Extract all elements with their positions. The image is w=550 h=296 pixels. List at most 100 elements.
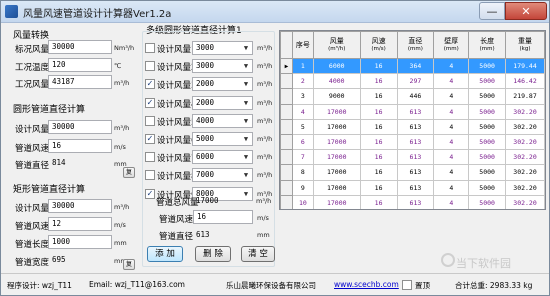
design-airflow-6-checkbox[interactable]: ✓ [145,134,155,144]
grid-cell-speed[interactable]: 16 [359,57,398,75]
row-header[interactable] [280,133,293,151]
grid-cell-no[interactable]: 3 [291,88,314,105]
row-header[interactable] [280,179,293,196]
grid-cell-wall[interactable]: 4 [433,73,470,90]
row-header[interactable] [280,88,293,105]
chevron-down-icon[interactable]: ▼ [240,188,252,200]
grid-cell-speed[interactable]: 16 [359,179,398,196]
design-airflow-4-checkbox[interactable]: ✓ [145,97,155,108]
grid-cell-len[interactable]: 5000 [468,118,507,135]
design-airflow-4-combo[interactable]: 2000 ▼ [192,95,253,110]
work-airflow-input[interactable]: 43187 [48,75,112,89]
std-airflow-input[interactable]: 30000 [48,40,112,54]
pin-checkbox[interactable] [402,280,412,290]
grid-cell-dia[interactable]: 613 [396,194,435,209]
table-row[interactable]: 4 17000 16 613 4 5000 302.20 [280,103,545,120]
table-row[interactable]: 7 17000 16 613 4 5000 302.20 [280,149,545,166]
grid-cell-airflow[interactable]: 17000 [312,103,361,120]
multi-duct-speed-input[interactable]: 16 [193,210,253,224]
design-airflow-3-checkbox[interactable]: ✓ [145,79,155,90]
grid-cell-wall[interactable]: 4 [433,179,470,196]
grid-cell-len[interactable]: 5000 [468,103,507,120]
design-airflow-1-combo[interactable]: 3000 ▼ [192,41,253,55]
grid-cell-speed[interactable]: 16 [359,118,398,135]
grid-column-header[interactable]: 重量 (kg) [505,31,545,59]
add-button[interactable]: 添 加 [147,246,183,262]
grid-column-header[interactable]: 直径 (mm) [396,31,435,59]
grid-cell-speed[interactable]: 16 [359,73,398,90]
round-duct-speed-input[interactable]: 16 [48,139,112,153]
design-airflow-2-checkbox[interactable] [145,61,155,72]
grid-cell-dia[interactable]: 613 [396,164,435,181]
grid-cell-no[interactable]: 8 [291,164,314,181]
row-header[interactable] [280,118,293,135]
grid-cell-no[interactable]: 6 [291,133,314,151]
grid-cell-wall[interactable]: 4 [433,57,470,75]
table-row[interactable]: ▶ 1 6000 16 364 4 5000 179.44 [280,57,545,75]
grid-cell-airflow[interactable]: 17000 [312,149,361,166]
grid-cell-len[interactable]: 5000 [468,194,507,209]
grid-cell-dia[interactable]: 364 [396,57,435,75]
grid-cell-weight[interactable]: 302.20 [505,149,545,166]
grid-cell-no[interactable]: 4 [291,103,314,120]
design-airflow-7-checkbox[interactable] [145,152,155,163]
design-airflow-6-combo[interactable]: 5000 ▼ [192,132,253,146]
chevron-down-icon[interactable]: ▼ [240,169,252,181]
grid-cell-wall[interactable]: 4 [433,149,470,166]
grid-cell-speed[interactable]: 16 [359,164,398,181]
chevron-down-icon[interactable]: ▼ [240,60,252,72]
grid-cell-airflow[interactable]: 9000 [312,88,361,105]
grid-cell-airflow[interactable]: 17000 [312,133,361,151]
row-header[interactable] [280,194,293,209]
round-design-airflow-input[interactable]: 30000 [48,120,112,134]
table-row[interactable]: 6 17000 16 613 4 5000 302.20 [280,133,545,151]
close-button[interactable]: ✕ [505,2,547,20]
grid-column-header[interactable]: 长度 (mm) [468,31,507,59]
grid-cell-airflow[interactable]: 6000 [312,57,361,75]
grid-cell-no[interactable]: 9 [291,179,314,196]
grid-cell-len[interactable]: 5000 [468,179,507,196]
grid-cell-dia[interactable]: 613 [396,118,435,135]
chevron-down-icon[interactable]: ▼ [240,97,252,109]
design-airflow-8-combo[interactable]: 7000 ▼ [192,168,253,183]
table-row[interactable]: 10 17000 16 613 4 5000 302.20 [280,194,545,209]
grid-cell-wall[interactable]: 4 [433,118,470,135]
grid-cell-dia[interactable]: 613 [396,179,435,196]
grid-cell-weight[interactable]: 302.20 [505,133,545,151]
grid-cell-len[interactable]: 5000 [468,88,507,105]
design-airflow-2-combo[interactable]: 3000 ▼ [192,59,253,74]
grid-cell-wall[interactable]: 4 [433,103,470,120]
row-header[interactable] [280,73,293,90]
grid-cell-no[interactable]: 7 [291,149,314,166]
grid-cell-len[interactable]: 5000 [468,133,507,151]
grid-cell-dia[interactable]: 297 [396,73,435,90]
grid-cell-no[interactable]: 2 [291,73,314,90]
chevron-down-icon[interactable]: ▼ [240,42,252,54]
clear-button[interactable]: 清 空 [241,246,275,262]
grid-cell-wall[interactable]: 4 [433,164,470,181]
grid-cell-airflow[interactable]: 17000 [312,194,361,209]
grid-cell-no[interactable]: 5 [291,118,314,135]
grid-cell-weight[interactable]: 302.20 [505,194,545,209]
current-row-marker-icon[interactable]: ▶ [280,57,293,75]
grid-column-header[interactable]: 壁厚 (mm) [433,31,470,59]
design-airflow-9-checkbox[interactable]: ✓ [145,188,155,199]
row-header[interactable] [280,164,293,181]
grid-cell-speed[interactable]: 16 [359,103,398,120]
row-header[interactable] [280,103,293,120]
website-link[interactable]: www.scechb.com [334,280,399,289]
results-grid[interactable]: 序号 风量 (m³/h) 风速 (m/s) 直径 (mm) 壁厚 (mm) 长度 (mm) 重量 (kg… [279,30,546,210]
rect-design-airflow-input[interactable]: 30000 [48,199,112,213]
round-copy-button[interactable]: 复 [123,167,135,178]
grid-cell-airflow[interactable]: 17000 [312,164,361,181]
grid-cell-dia[interactable]: 613 [396,103,435,120]
design-airflow-3-combo[interactable]: 2000 ▼ [192,77,253,92]
rect-duct-speed-input[interactable]: 12 [48,217,112,231]
grid-column-header[interactable]: 风速 (m/s) [359,31,398,59]
grid-cell-no[interactable]: 10 [291,194,314,209]
table-row[interactable]: 5 17000 16 613 4 5000 302.20 [280,118,545,135]
grid-cell-no[interactable]: 1 [291,57,314,75]
grid-cell-weight[interactable]: 302.20 [505,164,545,181]
grid-cell-speed[interactable]: 16 [359,133,398,151]
design-airflow-5-combo[interactable]: 4000 ▼ [192,113,253,128]
